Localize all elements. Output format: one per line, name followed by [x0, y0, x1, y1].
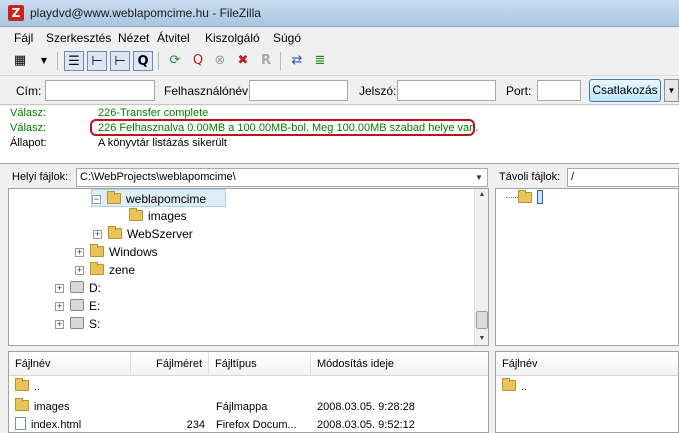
column-filename[interactable]: Fájlnév: [496, 352, 678, 376]
folder-icon: [108, 226, 122, 239]
refresh-icon[interactable]: ⟳: [165, 51, 185, 71]
expand-icon[interactable]: +: [75, 248, 84, 257]
column-modified[interactable]: Módosítás ideje: [311, 352, 488, 376]
expand-icon[interactable]: +: [75, 266, 84, 275]
remote-list-header: Fájlnév: [496, 352, 678, 376]
column-filename[interactable]: Fájlnév: [9, 352, 131, 376]
tree-item-drive-e[interactable]: + E:: [55, 297, 100, 315]
password-input[interactable]: [397, 80, 496, 101]
network-drive-icon: [70, 317, 84, 329]
local-path-bar: Helyi fájlok: C:\WebProjects\weblapomcim…: [8, 167, 489, 188]
reconnect-icon[interactable]: R: [256, 51, 276, 71]
remote-file-list: Fájlnév ..: [495, 351, 679, 433]
folder-icon: [518, 190, 532, 203]
port-label: Port:: [506, 84, 532, 98]
local-directory-tree: − weblapomcime images + WebSzerver + Window…: [8, 188, 489, 346]
remote-path-combo[interactable]: /: [567, 168, 679, 187]
window-title: playdvd@www.weblapomcime.hu - FileZilla: [30, 6, 261, 20]
remote-path-bar: Távoli fájlok: /: [495, 167, 679, 188]
folder-icon: [129, 208, 143, 221]
cancel-icon[interactable]: ⊗: [210, 51, 230, 71]
list-item[interactable]: ..: [9, 378, 488, 396]
message-log: Válasz: 226-Transfer complete Válasz: 226 …: [0, 106, 679, 164]
menu-transfer[interactable]: Átvitel: [157, 31, 190, 45]
toolbar-separator: [57, 52, 58, 70]
list-item[interactable]: index.html 234 Firefox Docum... 2008.03.…: [9, 416, 488, 432]
remote-directory-tree: [495, 188, 679, 346]
local-path-combo[interactable]: C:\WebProjects\weblapomcime\ ▼: [76, 168, 488, 187]
expand-icon[interactable]: +: [93, 230, 102, 239]
filter-icon[interactable]: ≣: [310, 51, 330, 71]
process-queue-icon[interactable]: Q: [188, 51, 208, 71]
folder-icon: [90, 262, 104, 275]
menu-help[interactable]: Súgó: [273, 31, 301, 45]
folder-icon: [502, 378, 516, 391]
local-tree-scrollbar[interactable]: ▲ ▼: [474, 189, 488, 345]
tree-item-windows[interactable]: + Windows: [75, 243, 158, 261]
toggle-log-icon[interactable]: ☰: [64, 51, 84, 71]
dropdown-arrow-icon[interactable]: ▼: [38, 51, 50, 71]
expand-icon[interactable]: +: [55, 320, 64, 329]
tree-item-remote-root[interactable]: [506, 189, 543, 207]
local-list-header: Fájlnév Fájlméret Fájltípus Módosítás id…: [9, 352, 488, 376]
scroll-down-icon[interactable]: ▼: [475, 333, 488, 345]
filezilla-icon: Z: [8, 5, 24, 21]
connect-button[interactable]: Csatlakozás: [589, 79, 661, 102]
username-input[interactable]: [249, 80, 348, 101]
remote-files-label: Távoli fájlok:: [499, 171, 561, 183]
toolbar: ▦ ▼ ☰ ⊢ ⊢ Q ⟳ Q ⊗ ✖ R ⇄ ≣: [0, 48, 679, 76]
tree-item-webszerver[interactable]: + WebSzerver: [93, 225, 193, 243]
collapse-icon[interactable]: −: [92, 195, 101, 204]
expand-icon[interactable]: +: [55, 302, 64, 311]
quickconnect-bar: Cím: Felhasználónév: Jelszó: Port: Csatl…: [0, 77, 679, 105]
toolbar-separator: [158, 52, 159, 70]
toggle-queue-icon[interactable]: Q: [133, 51, 153, 71]
folder-icon: [15, 378, 29, 391]
toggle-local-tree-icon[interactable]: ⊢: [87, 51, 107, 71]
tree-item-drive-d[interactable]: + D:: [55, 279, 101, 297]
local-files-label: Helyi fájlok:: [12, 171, 69, 183]
menu-view[interactable]: Nézet: [118, 31, 149, 45]
menu-file[interactable]: Fájl: [14, 31, 33, 45]
port-input[interactable]: [537, 80, 581, 101]
menu-bar: Fájl Szerkesztés Nézet Átvitel Kiszolgál…: [0, 27, 679, 48]
highlight-annotation: [90, 119, 475, 136]
log-entry: Válasz: 226-Transfer complete: [10, 107, 209, 119]
column-filetype[interactable]: Fájltípus: [209, 352, 311, 376]
title-bar: Z playdvd@www.weblapomcime.hu - FileZill…: [0, 0, 679, 27]
tree-item-zene[interactable]: + zene: [75, 261, 135, 279]
host-input[interactable]: [45, 80, 155, 101]
password-label: Jelszó:: [359, 84, 397, 98]
tree-item-weblapomcime[interactable]: − weblapomcime: [91, 189, 226, 207]
toggle-remote-tree-icon[interactable]: ⊢: [110, 51, 130, 71]
folder-icon: [107, 191, 121, 204]
username-label: Felhasználónév:: [164, 84, 252, 98]
scroll-thumb[interactable]: [476, 311, 488, 329]
disconnect-icon[interactable]: ✖: [233, 51, 253, 71]
folder-icon: [90, 244, 104, 257]
site-manager-icon[interactable]: ▦: [10, 51, 30, 71]
folder-icon: [15, 398, 29, 411]
connect-history-dropdown[interactable]: ▼: [664, 79, 679, 102]
local-file-list: Fájlnév Fájlméret Fájltípus Módosítás id…: [8, 351, 489, 433]
chevron-down-icon[interactable]: ▼: [472, 170, 486, 185]
selection-cursor: [537, 190, 543, 204]
scroll-up-icon[interactable]: ▲: [475, 189, 488, 201]
dvd-drive-icon: [70, 299, 84, 311]
compare-icon[interactable]: ⇄: [287, 51, 307, 71]
tree-item-drive-s[interactable]: + S:: [55, 315, 100, 333]
tree-item-images[interactable]: images: [129, 207, 187, 225]
cd-drive-icon: [70, 281, 84, 293]
tree-line: [506, 197, 518, 198]
host-label: Cím:: [16, 84, 42, 98]
list-item[interactable]: ..: [496, 378, 678, 396]
list-item[interactable]: images Fájlmappa 2008.03.05. 9:28:28: [9, 398, 488, 416]
expand-icon[interactable]: +: [55, 284, 64, 293]
html-file-icon: [15, 417, 26, 430]
log-entry: Állapot: A könyvtár listázás sikerült: [10, 137, 227, 149]
column-filesize[interactable]: Fájlméret: [131, 352, 209, 376]
menu-server[interactable]: Kiszolgáló: [205, 31, 260, 45]
menu-edit[interactable]: Szerkesztés: [46, 31, 111, 45]
toolbar-separator: [280, 52, 281, 70]
